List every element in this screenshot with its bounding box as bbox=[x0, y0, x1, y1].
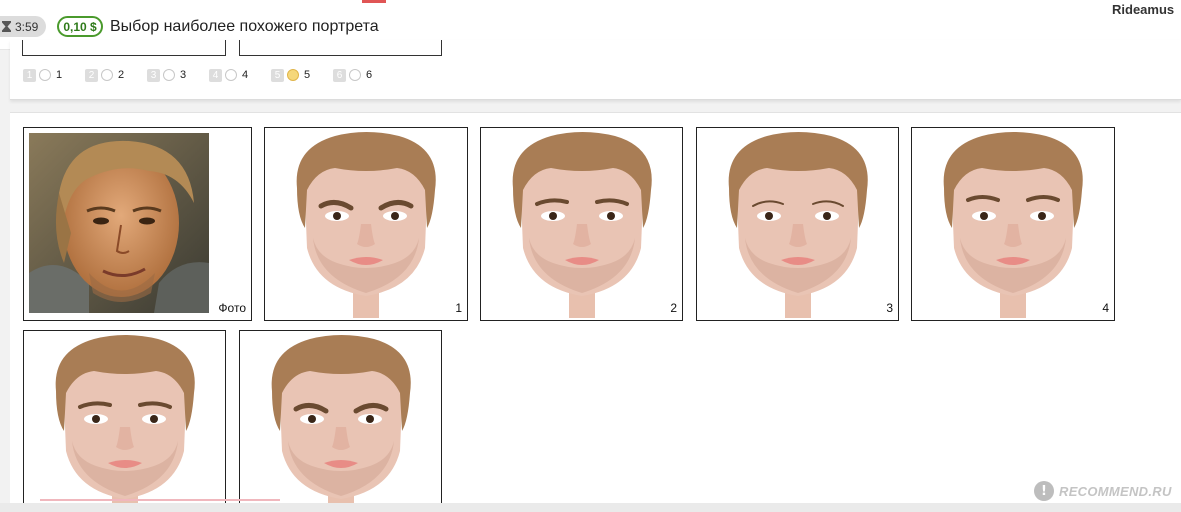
option-2[interactable]: 2 2 bbox=[85, 67, 124, 83]
hotkey-badge: 5 bbox=[271, 68, 284, 82]
instruction-box-right bbox=[239, 40, 442, 56]
reference-photo-card: Фото bbox=[23, 127, 252, 321]
radio-button[interactable] bbox=[101, 69, 113, 81]
portrait-number: 3 bbox=[886, 301, 893, 315]
portrait-3 bbox=[728, 132, 868, 318]
hotkey-badge: 3 bbox=[147, 68, 160, 82]
radio-button[interactable] bbox=[349, 69, 361, 81]
username[interactable]: Rideamus bbox=[1112, 2, 1174, 17]
reference-photo bbox=[29, 133, 209, 313]
timer-badge: 3:59 bbox=[0, 16, 47, 37]
photo-label: Фото bbox=[218, 301, 246, 315]
top-accent-line bbox=[362, 0, 386, 3]
radio-button[interactable] bbox=[39, 69, 51, 81]
option-3[interactable]: 3 3 bbox=[147, 67, 186, 83]
hotkey-badge: 6 bbox=[333, 68, 346, 82]
portrait-5 bbox=[55, 335, 195, 511]
option-label: 6 bbox=[366, 69, 373, 81]
option-label: 1 bbox=[56, 69, 63, 81]
radio-button-selected[interactable] bbox=[287, 69, 299, 81]
page-title: Выбор наиболее похожего портрета bbox=[110, 18, 379, 35]
portrait-card-4[interactable]: 4 bbox=[911, 127, 1115, 321]
hotkey-badge: 1 bbox=[23, 68, 36, 82]
timer-value: 3:59 bbox=[15, 19, 39, 34]
option-label: 5 bbox=[304, 69, 311, 81]
portrait-1 bbox=[296, 132, 436, 318]
reward-badge: 0,10 $ bbox=[57, 16, 103, 37]
watermark-text: RECOMMEND.RU bbox=[1059, 483, 1172, 499]
option-label: 2 bbox=[118, 69, 125, 81]
portrait-card-1[interactable]: 1 bbox=[264, 127, 468, 321]
screen: 3:59 0,10 $ Выбор наиболее похожего порт… bbox=[0, 0, 1181, 512]
option-6[interactable]: 6 6 bbox=[333, 67, 372, 83]
option-4[interactable]: 4 4 bbox=[209, 67, 248, 83]
option-label: 4 bbox=[242, 69, 249, 81]
option-5[interactable]: 5 5 bbox=[271, 67, 310, 83]
exclamation-icon: ! bbox=[1034, 481, 1054, 501]
portrait-card-5[interactable] bbox=[23, 330, 226, 512]
radio-button[interactable] bbox=[225, 69, 237, 81]
portrait-card-3[interactable]: 3 bbox=[696, 127, 899, 321]
portrait-number: 4 bbox=[1102, 301, 1109, 315]
selection-underline bbox=[40, 499, 280, 501]
option-label: 3 bbox=[180, 69, 187, 81]
portrait-4 bbox=[943, 132, 1083, 318]
hotkey-badge: 2 bbox=[85, 68, 98, 82]
watermark: ! RECOMMEND.RU bbox=[1034, 480, 1172, 502]
bottom-strip bbox=[0, 503, 1181, 512]
hourglass-icon bbox=[2, 21, 11, 32]
hotkey-badge: 4 bbox=[209, 68, 222, 82]
option-1[interactable]: 1 1 bbox=[23, 67, 62, 83]
instruction-box-left bbox=[22, 40, 226, 56]
portrait-card-6[interactable] bbox=[239, 330, 442, 512]
portrait-number: 1 bbox=[455, 301, 462, 315]
portrait-number: 2 bbox=[670, 301, 677, 315]
portrait-2 bbox=[512, 132, 652, 318]
portrait-card-2[interactable]: 2 bbox=[480, 127, 683, 321]
radio-button[interactable] bbox=[163, 69, 175, 81]
portrait-6 bbox=[271, 335, 411, 511]
